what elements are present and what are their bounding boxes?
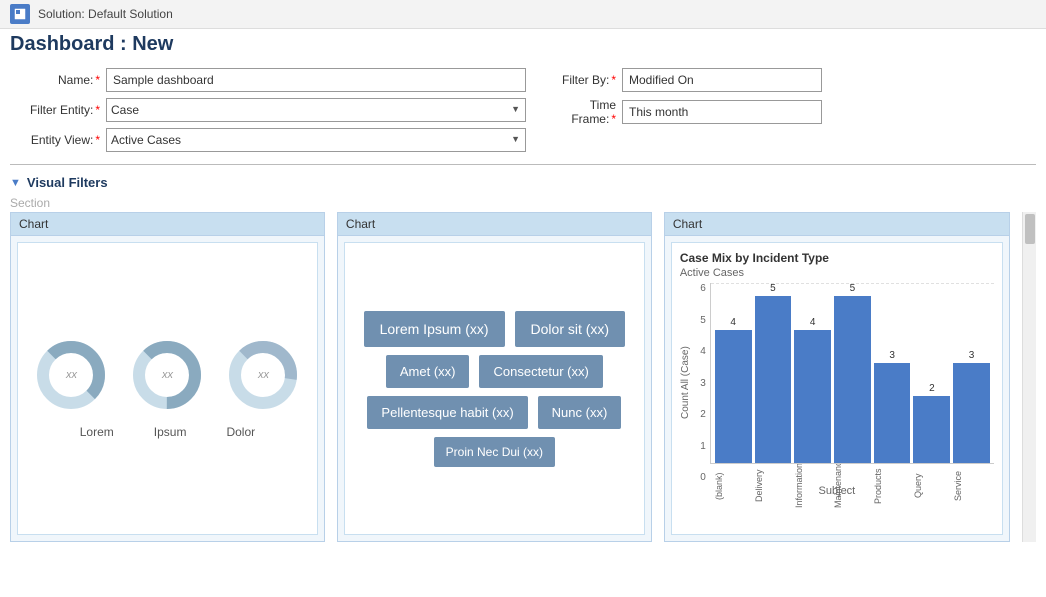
x-label-delivery: Delivery — [754, 464, 791, 508]
tag-lorem-ipsum: Lorem Ipsum (xx) — [364, 311, 505, 347]
filter-entity-label: Filter Entity:* — [10, 103, 100, 117]
tag-dolor-sit: Dolor sit (xx) — [515, 311, 626, 347]
x-label-products: Products — [873, 464, 910, 508]
scrollbar[interactable] — [1022, 212, 1036, 542]
entity-view-label: Entity View:* — [10, 133, 100, 147]
donut-2-text: xx — [162, 369, 173, 381]
donut-label-3: Dolor — [226, 425, 255, 439]
form-right: Filter By:* Time Frame:* — [526, 68, 1036, 152]
donut-label-1: Lorem — [80, 425, 114, 439]
tag-pellentesque: Pellentesque habit (xx) — [367, 396, 527, 429]
entity-view-select[interactable]: Active Cases — [106, 128, 526, 152]
bar-chart-title: Case Mix by Incident Type — [680, 251, 994, 265]
filter-entity-select-wrapper: Case — [106, 98, 526, 122]
filter-by-input[interactable] — [622, 68, 822, 92]
x-label-service: Service — [953, 464, 990, 508]
visual-filters-header: ▼ Visual Filters — [0, 171, 1046, 194]
scrollbar-thumb[interactable] — [1025, 214, 1035, 244]
x-label-blank: (blank) — [714, 464, 751, 508]
tag-proin: Proin Nec Dui (xx) — [434, 437, 555, 467]
tag-nunc: Nunc (xx) — [538, 396, 622, 429]
donut-3-text: xx — [258, 369, 269, 381]
chart3-header: Chart — [665, 213, 1009, 236]
chart-panel-3: Chart Case Mix by Incident Type Active C… — [664, 212, 1010, 542]
top-bar: Solution: Default Solution — [0, 0, 1046, 29]
filter-entity-row: Filter Entity:* Case — [10, 98, 526, 122]
chart-panel-1: Chart xx — [10, 212, 325, 542]
name-input[interactable] — [106, 68, 526, 92]
form-left: Name:* Filter Entity:* Case Entity View:… — [10, 68, 526, 152]
x-label-information: Information — [794, 464, 831, 508]
donut-1-text: xx — [66, 369, 77, 381]
page-title: Dashboard : New — [0, 29, 1046, 62]
name-row: Name:* — [10, 68, 526, 92]
bar-chart-subtitle: Active Cases — [680, 267, 994, 279]
collapse-icon[interactable]: ▼ — [10, 177, 21, 189]
entity-view-row: Entity View:* Active Cases — [10, 128, 526, 152]
entity-view-select-wrapper: Active Cases — [106, 128, 526, 152]
donut-3: xx — [227, 339, 299, 411]
solution-label: Solution: Default Solution — [38, 7, 173, 21]
bar-delivery: 5 — [755, 283, 792, 463]
donut-label-2: Ipsum — [154, 425, 187, 439]
x-label-maintenance: Maintenance — [833, 464, 870, 508]
name-label: Name:* — [10, 73, 100, 87]
bar-information: 4 — [794, 317, 831, 463]
chart2-header: Chart — [338, 213, 651, 236]
bar-query: 2 — [913, 383, 950, 463]
donut-1: xx — [35, 339, 107, 411]
bar-service: 3 — [953, 350, 990, 463]
donut-2: xx — [131, 339, 203, 411]
tag-amet: Amet (xx) — [386, 355, 470, 388]
x-label-query: Query — [913, 464, 950, 508]
y-axis-title: Count All (Case) — [680, 283, 696, 483]
time-frame-label: Time Frame:* — [546, 98, 616, 126]
chart1-header: Chart — [11, 213, 324, 236]
chart-panel-2: Chart Lorem Ipsum (xx) Dolor sit (xx) Am… — [337, 212, 652, 542]
tag-consectetur: Consectetur (xx) — [479, 355, 602, 388]
section-divider — [10, 164, 1036, 165]
solution-icon — [10, 4, 30, 24]
time-frame-row: Time Frame:* — [546, 98, 1036, 126]
filter-entity-select[interactable]: Case — [106, 98, 526, 122]
form-section: Name:* Filter Entity:* Case Entity View:… — [0, 62, 1046, 158]
filter-by-label: Filter By:* — [546, 73, 616, 87]
visual-filters-title: Visual Filters — [27, 175, 108, 190]
time-frame-input[interactable] — [622, 100, 822, 124]
bar-blank: 4 — [715, 317, 752, 463]
bar-products: 3 — [874, 350, 911, 463]
filter-by-row: Filter By:* — [546, 68, 1036, 92]
bar-maintenance: 5 — [834, 283, 871, 463]
section-label: Section — [0, 194, 1046, 212]
